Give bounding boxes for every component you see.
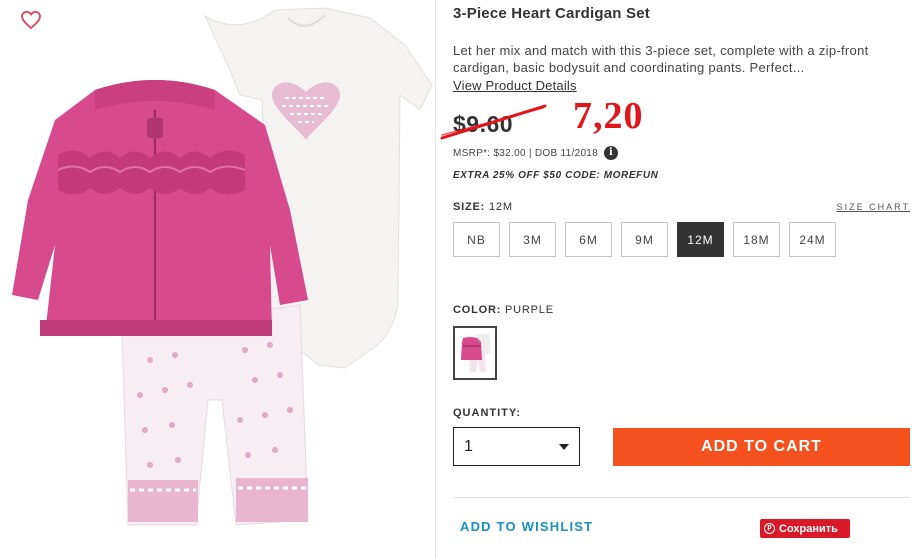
promo-text: EXTRA 25% OFF $50 CODE: MOREFUN [453,170,659,181]
quantity-label: QUANTITY: [453,407,522,419]
info-icon[interactable]: i [604,146,619,160]
quantity-select[interactable]: 1 [453,427,580,466]
size-chart-link[interactable]: SIZE CHART [837,202,910,212]
handwritten-new-price: 7,20 [573,95,644,137]
color-label-text: COLOR: [453,304,502,316]
add-to-cart-button[interactable]: ADD TO CART [613,428,910,466]
pane-divider [435,0,436,558]
size-label-text: SIZE: [453,201,486,213]
size-options: NB 3M 6M 9M 12M 18M 24M [453,222,836,257]
size-option-12m[interactable]: 12M [677,222,724,257]
size-option-18m[interactable]: 18M [733,222,780,257]
msrp-info: MSRP*: $32.00 | DOB 11/2018 i [453,146,619,160]
product-details: 3-Piece Heart Cardigan Set Let her mix a… [440,0,913,558]
size-label: SIZE: 12M [453,201,513,213]
swatch-thumbnail [461,334,491,372]
price-strikethrough [440,104,547,140]
color-label: COLOR: PURPLE [453,304,554,316]
size-option-24m[interactable]: 24M [789,222,836,257]
product-image [12,7,433,526]
size-option-6m[interactable]: 6M [565,222,612,257]
pinterest-icon: p [764,523,775,534]
view-product-details-link[interactable]: View Product Details [453,78,577,93]
product-image-pane [0,0,435,558]
favorite-heart-icon[interactable] [20,10,42,30]
pinterest-save-button[interactable]: p Сохранить [760,519,850,538]
size-option-9m[interactable]: 9M [621,222,668,257]
size-option-3m[interactable]: 3M [509,222,556,257]
size-option-nb[interactable]: NB [453,222,500,257]
color-swatch-purple[interactable] [453,326,497,380]
msrp-text: MSRP*: $32.00 | DOB 11/2018 [453,147,599,159]
product-description: Let her mix and match with this 3-piece … [453,43,869,75]
product-title: 3-Piece Heart Cardigan Set [453,5,650,22]
size-selected-value: 12M [488,201,513,213]
color-selected-value: PURPLE [505,304,554,316]
actions-divider [453,497,910,498]
pinterest-save-label: Сохранить [779,522,838,535]
caret-down-icon [559,444,569,450]
quantity-value: 1 [464,437,473,455]
add-to-wishlist-link[interactable]: ADD TO WISHLIST [460,519,593,534]
